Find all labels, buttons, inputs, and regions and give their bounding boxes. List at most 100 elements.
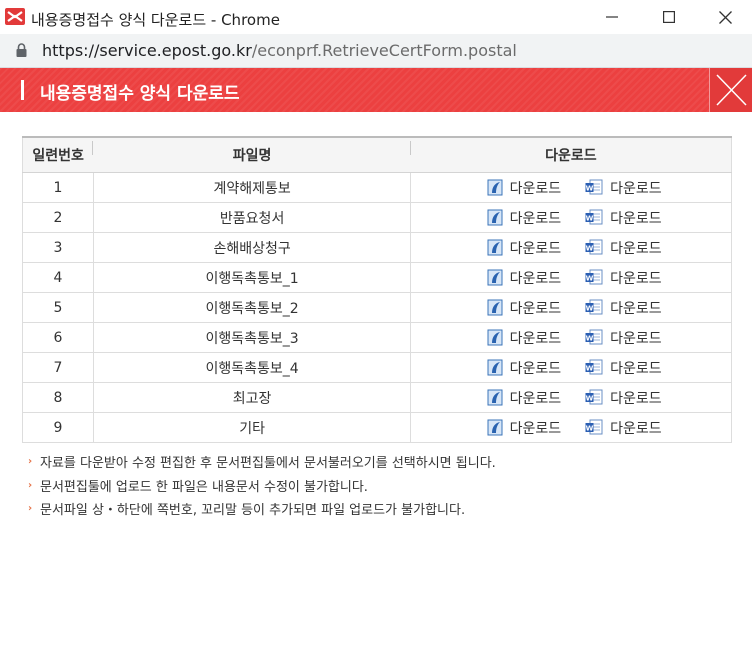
svg-text:W: W — [586, 245, 594, 253]
download-hwp-link[interactable]: 다운로드 — [487, 418, 562, 438]
word-file-icon: W — [585, 179, 603, 196]
lock-icon — [16, 43, 27, 57]
svg-text:W: W — [586, 275, 594, 283]
table-row: 1 계약해제통보 다운로드 W 다운로드 — [22, 172, 732, 203]
url-text[interactable]: https://service.epost.go.kr/econprf.Retr… — [42, 41, 517, 60]
row-filename: 이행독촉통보_2 — [93, 292, 412, 323]
row-number: 5 — [22, 292, 94, 323]
download-label: 다운로드 — [610, 420, 662, 437]
note-item: › 자료를 다운받아 수정 편집한 후 문서편집툴에서 문서불러오기를 선택하시면… — [28, 450, 496, 474]
table-row: 8 최고장 다운로드 W 다운로드 — [22, 382, 732, 413]
download-word-link[interactable]: W 다운로드 — [585, 388, 662, 408]
svg-text:W: W — [586, 305, 594, 313]
download-label: 다운로드 — [509, 210, 562, 227]
svg-text:W: W — [586, 185, 594, 193]
hwp-file-icon — [487, 389, 503, 406]
download-word-link[interactable]: W 다운로드 — [585, 298, 662, 318]
row-number: 2 — [22, 202, 94, 233]
row-filename: 이행독촉통보_4 — [93, 352, 412, 383]
download-word-link[interactable]: W 다운로드 — [585, 358, 662, 378]
download-label: 다운로드 — [509, 270, 562, 287]
row-number: 8 — [22, 382, 94, 413]
url-path: /econprf.RetrieveCertForm.postal — [251, 41, 517, 60]
row-downloads: 다운로드 W 다운로드 — [410, 322, 732, 353]
window-titlebar: 내용증명접수 양식 다운로드 - Chrome — [0, 0, 752, 34]
url-host: https://service.epost.go.kr — [42, 41, 252, 60]
download-word-link[interactable]: W 다운로드 — [585, 238, 662, 258]
download-hwp-link[interactable]: 다운로드 — [487, 328, 561, 348]
maximize-button[interactable] — [640, 0, 697, 34]
download-label: 다운로드 — [509, 240, 562, 257]
page-title: 내용증명접수 양식 다운로드 — [40, 84, 240, 104]
download-hwp-link[interactable]: 다운로드 — [487, 178, 562, 198]
download-word-link[interactable]: W 다운로드 — [585, 328, 662, 348]
row-downloads: 다운로드 W 다운로드 — [410, 262, 732, 293]
download-label: 다운로드 — [610, 180, 662, 197]
table-row: 9 기타 다운로드 W 다운로드 — [22, 412, 732, 443]
download-label: 다운로드 — [610, 390, 662, 407]
row-filename: 반품요청서 — [93, 202, 412, 233]
hwp-file-icon — [487, 239, 503, 256]
minimize-icon — [605, 16, 618, 18]
download-hwp-link[interactable]: 다운로드 — [487, 388, 562, 408]
download-hwp-link[interactable]: 다운로드 — [487, 238, 562, 258]
download-label: 다운로드 — [610, 300, 662, 317]
close-window-button[interactable] — [697, 0, 752, 34]
note-text: 자료를 다운받아 수정 편집한 후 문서편집툴에서 문서불러오기를 선택하시면 … — [40, 456, 496, 472]
download-hwp-link[interactable]: 다운로드 — [487, 268, 562, 288]
row-number: 7 — [22, 352, 94, 383]
download-label: 다운로드 — [509, 420, 562, 437]
row-number: 6 — [22, 322, 94, 353]
hwp-file-icon — [487, 419, 503, 436]
column-header-filename: 파일명 — [93, 136, 411, 173]
download-label: 다운로드 — [610, 210, 662, 227]
word-file-icon: W — [585, 269, 603, 286]
table-row: 2 반품요청서 다운로드 W 다운로드 — [22, 202, 732, 233]
close-icon — [719, 10, 732, 24]
svg-text:W: W — [586, 425, 594, 433]
header-accent-bar — [21, 80, 24, 100]
download-word-link[interactable]: W 다운로드 — [585, 208, 662, 228]
word-file-icon: W — [585, 239, 603, 256]
column-header-download: 다운로드 — [410, 136, 732, 173]
table-row: 3 손해배상청구 다운로드 W 다운로드 — [22, 232, 732, 263]
minimize-button[interactable] — [583, 0, 640, 34]
download-label: 다운로드 — [509, 300, 562, 317]
word-file-icon: W — [585, 329, 603, 346]
svg-text:W: W — [586, 365, 594, 373]
row-filename: 이행독촉통보_3 — [93, 322, 412, 353]
svg-text:W: W — [586, 215, 594, 223]
download-label: 다운로드 — [610, 360, 662, 377]
row-number: 1 — [22, 172, 94, 203]
row-downloads: 다운로드 W 다운로드 — [410, 292, 732, 323]
note-item: › 문서편집툴에 업로드 한 파일은 내용문서 수정이 불가합니다. — [28, 474, 496, 498]
column-header-number: 일련번호 — [22, 136, 94, 173]
download-label: 다운로드 — [509, 180, 562, 197]
download-word-link[interactable]: W 다운로드 — [585, 268, 662, 288]
row-filename: 이행독촉통보_1 — [93, 262, 412, 293]
word-file-icon: W — [585, 359, 603, 376]
download-label: 다운로드 — [610, 240, 662, 257]
chevron-right-icon: › — [28, 479, 33, 491]
download-label: 다운로드 — [610, 270, 662, 287]
download-label: 다운로드 — [509, 360, 562, 377]
note-item: › 문서파일 상・하단에 쪽번호, 꼬리말 등이 추가되면 파일 업로드가 불가합… — [28, 497, 496, 521]
download-label: 다운로드 — [509, 390, 562, 407]
note-text: 문서편집툴에 업로드 한 파일은 내용문서 수정이 불가합니다. — [40, 479, 368, 495]
address-bar[interactable]: https://service.epost.go.kr/econprf.Retr… — [0, 34, 752, 68]
hwp-file-icon — [487, 209, 503, 226]
download-word-link[interactable]: W 다운로드 — [585, 418, 662, 438]
download-hwp-link[interactable]: 다운로드 — [487, 208, 562, 228]
download-word-link[interactable]: W 다운로드 — [585, 178, 662, 198]
table-row: 6 이행독촉통보_3 다운로드 W 다운로드 — [22, 322, 732, 353]
hwp-file-icon — [487, 269, 503, 286]
row-number: 9 — [22, 412, 94, 443]
notes-list: › 자료를 다운받아 수정 편집한 후 문서편집툴에서 문서불러오기를 선택하시면… — [28, 450, 496, 521]
download-hwp-link[interactable]: 다운로드 — [487, 298, 562, 318]
word-file-icon: W — [585, 209, 603, 226]
row-number: 4 — [22, 262, 94, 293]
download-hwp-link[interactable]: 다운로드 — [487, 358, 562, 378]
close-popup-button[interactable] — [709, 68, 752, 112]
maximize-icon — [662, 11, 675, 23]
form-download-table: 일련번호 파일명 다운로드 1 계약해제통보 다운로드 W 다운로드 2 반품요청서 다운로드… — [22, 136, 732, 443]
